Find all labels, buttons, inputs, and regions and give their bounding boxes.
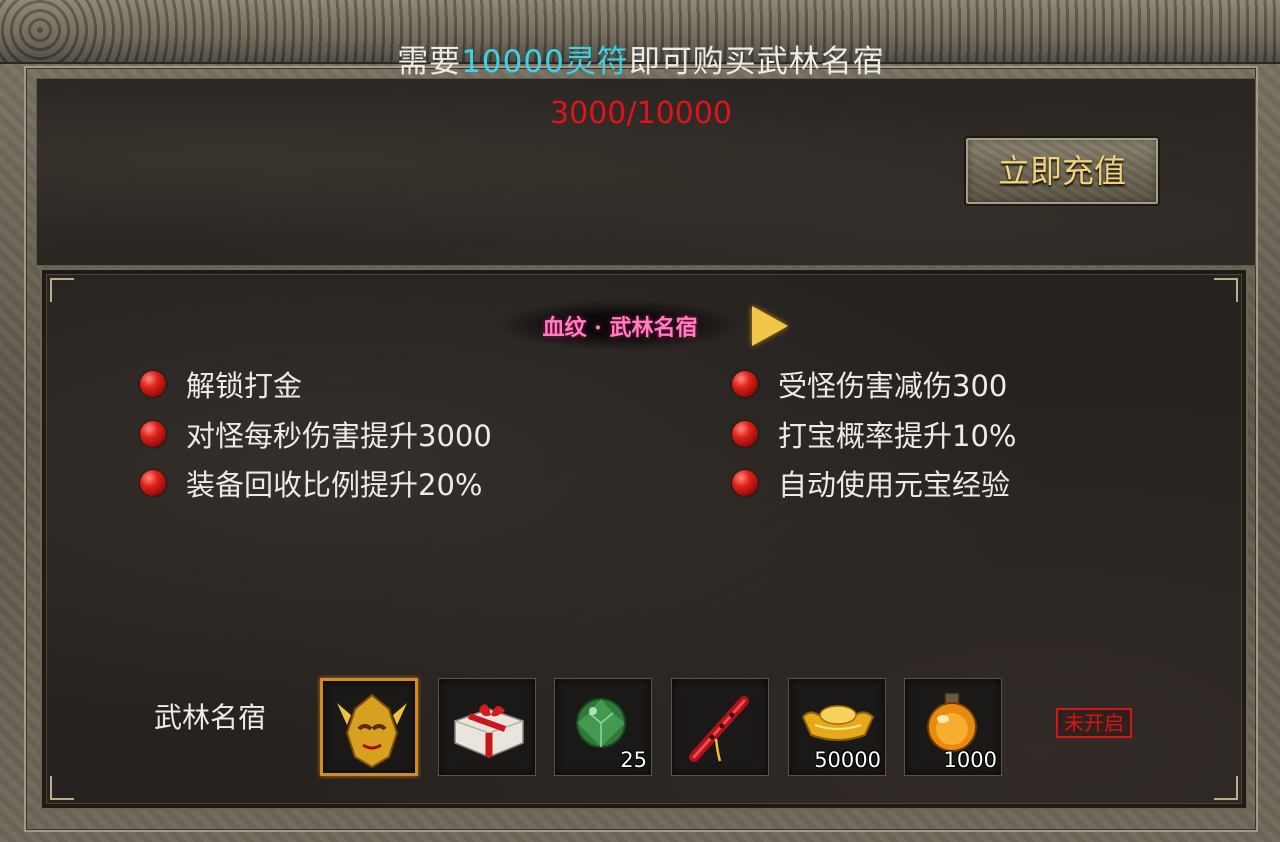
- benefit-item: 对怪每秒伤害提升3000: [140, 414, 492, 454]
- benefit-item: 解锁打金: [140, 364, 302, 404]
- status-badge: 未开启: [1056, 708, 1132, 738]
- red-flute-icon: [689, 696, 749, 762]
- reward-slot[interactable]: 1000: [904, 678, 1002, 776]
- benefit-text: 受怪伤害减伤300: [778, 369, 1008, 403]
- red-bullet-icon: [140, 421, 166, 447]
- red-bullet-icon: [140, 470, 166, 496]
- gift-box-icon: [454, 704, 524, 758]
- requirement-prefix: 需要: [397, 44, 462, 80]
- reward-row-label: 武林名宿: [154, 701, 267, 734]
- reward-slot[interactable]: 25: [554, 678, 652, 776]
- item-count: 1000: [943, 748, 997, 772]
- privilege-title-banner: 血纹 · 武林名宿: [500, 300, 740, 350]
- benefit-text: 对怪每秒伤害提升3000: [186, 419, 492, 453]
- progress-text: 3000/10000: [550, 96, 732, 131]
- benefit-text: 装备回收比例提升20%: [186, 468, 483, 502]
- requirement-text: 需要10000灵符即可购买武林名宿: [0, 36, 1280, 81]
- reward-slot[interactable]: [320, 678, 418, 776]
- red-bullet-icon: [140, 371, 166, 397]
- reward-slot[interactable]: [671, 678, 769, 776]
- item-count: 50000: [814, 748, 881, 772]
- red-bullet-icon: [732, 371, 758, 397]
- benefit-item: 自动使用元宝经验: [732, 463, 1010, 503]
- reward-slot[interactable]: 50000: [788, 678, 886, 776]
- arrow-right-icon: [752, 306, 788, 346]
- corner-ornament: [1214, 278, 1238, 302]
- golden-mask-icon: [337, 693, 407, 769]
- recharge-button[interactable]: 立即充值: [964, 136, 1160, 206]
- reward-slot[interactable]: [438, 678, 536, 776]
- benefit-item: 受怪伤害减伤300: [732, 364, 1007, 404]
- red-bullet-icon: [732, 470, 758, 496]
- red-bullet-icon: [732, 421, 758, 447]
- corner-ornament: [50, 776, 74, 800]
- benefit-item: 打宝概率提升10%: [732, 414, 1016, 454]
- benefit-text: 解锁打金: [186, 369, 303, 403]
- benefit-text: 自动使用元宝经验: [778, 468, 1011, 502]
- benefit-item: 装备回收比例提升20%: [140, 463, 482, 503]
- privilege-title: 血纹 · 武林名宿: [542, 315, 698, 341]
- item-count: 25: [620, 748, 647, 772]
- corner-ornament: [50, 278, 74, 302]
- corner-ornament: [1214, 776, 1238, 800]
- benefit-text: 打宝概率提升10%: [778, 419, 1017, 453]
- requirement-amount: 10000灵符: [461, 44, 629, 80]
- requirement-suffix: 即可购买武林名宿: [628, 44, 885, 80]
